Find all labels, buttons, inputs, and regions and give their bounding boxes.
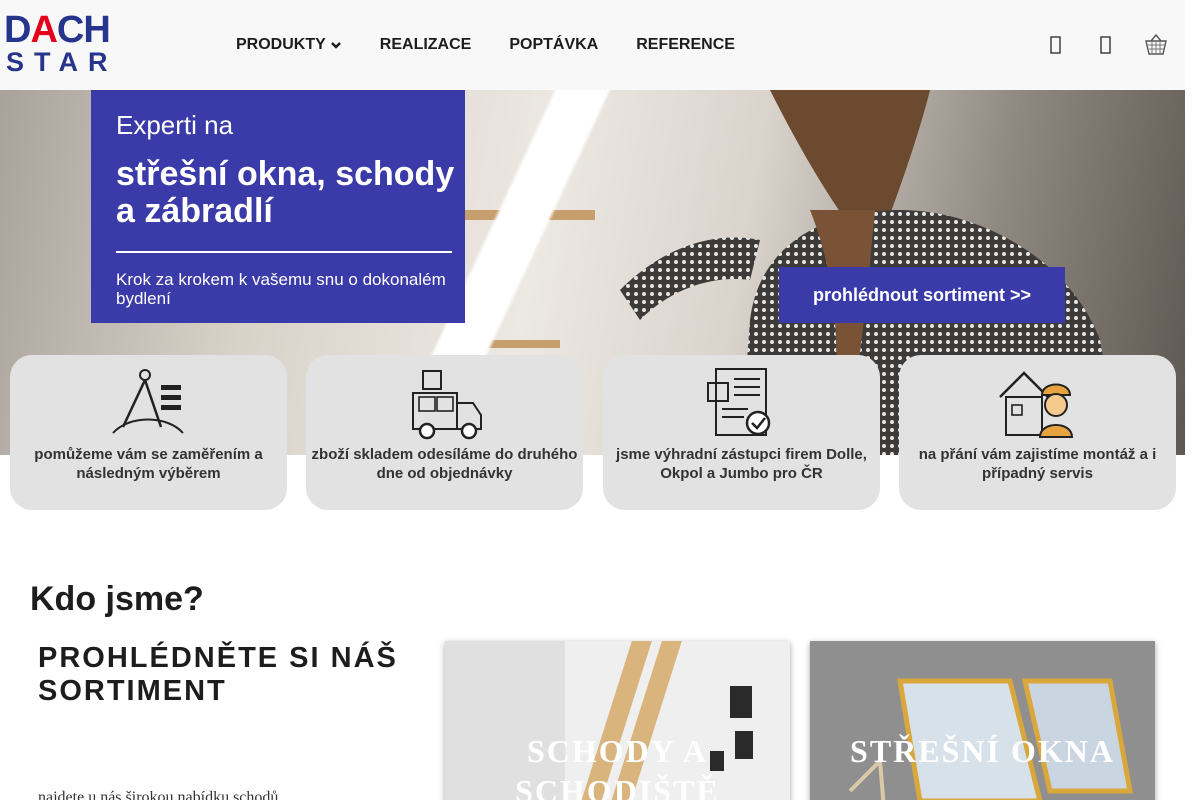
category-card-stairs[interactable]: SCHODY A SCHODIŠTĚ	[445, 641, 790, 800]
browse-sortiment-button[interactable]: prohlédnout sortiment >>	[779, 267, 1065, 323]
hero-intro: Experti na	[116, 110, 234, 140]
feature-text: na přání vám zajistíme montáž a i případ…	[918, 446, 1157, 482]
delivery-truck-icon	[411, 370, 482, 440]
site-header: DACH STAR PRODUKTY REALIZACE POPTÁVKA RE…	[0, 0, 1185, 90]
about-heading: Kdo jsme?	[30, 580, 204, 618]
category-label: SCHODY A SCHODIŠTĚ	[515, 733, 720, 800]
feature-card-distributor: jsme výhradní zástupci firem Dolle, Okpo…	[603, 355, 880, 510]
logo-letters-ch: CH	[56, 9, 111, 51]
category-label: STŘEŠNÍ OKNA	[850, 733, 1115, 769]
hero-headline: střešní okna, schody a zábradlí	[116, 155, 455, 230]
chevron-down-icon	[330, 42, 341, 49]
nav-item-poptavka[interactable]: POPTÁVKA	[509, 35, 598, 55]
worker-house-icon	[998, 371, 1073, 438]
main-nav: PRODUKTY REALIZACE POPTÁVKA REFERENCE	[236, 35, 773, 55]
user-icon[interactable]	[1094, 33, 1118, 57]
nav-label-realizace: REALIZACE	[379, 36, 472, 53]
nav-label-poptavka: POPTÁVKA	[509, 36, 599, 53]
nav-item-realizace[interactable]: REALIZACE	[380, 35, 472, 55]
nav-label-reference: REFERENCE	[636, 36, 735, 53]
hero-subline: Krok za krokem k vašemu snu o dokonalém …	[116, 270, 446, 308]
nav-label-produkty: PRODUKTY	[236, 36, 326, 53]
certified-document-icon	[706, 368, 770, 436]
feature-text: jsme výhradní zástupci firem Dolle, Okpo…	[616, 446, 867, 482]
search-icon[interactable]	[1044, 33, 1068, 57]
feature-text: zboží skladem odesíláme do druhého dne o…	[311, 446, 578, 482]
logo-letter-a: A	[30, 9, 57, 51]
feature-card-measurement: pomůžeme vám se zaměřením a následným vý…	[10, 355, 287, 510]
sortiment-heading: PROHLÉDNĚTE SI NÁŠ SORTIMENT	[38, 642, 398, 707]
sortiment-intro-text: najdete u nás širokou nabídku schodů	[38, 789, 279, 800]
category-card-roof-windows[interactable]: STŘEŠNÍ OKNA	[810, 641, 1155, 800]
dachstar-logo[interactable]: DACH STAR	[4, 11, 122, 77]
hero-divider	[116, 251, 452, 253]
logo-wordmark-top: DACH	[4, 11, 111, 49]
nav-item-reference[interactable]: REFERENCE	[636, 35, 735, 55]
logo-wordmark-bottom: STAR	[6, 47, 118, 77]
feature-card-installation: na přání vám zajistíme montáž a i případ…	[899, 355, 1176, 510]
hero-headline-box: Experti na střešní okna, schody a zábrad…	[91, 90, 465, 323]
basket-icon[interactable]	[1143, 33, 1169, 57]
logo-letter-d: D	[4, 9, 31, 51]
compass-ruler-icon	[111, 369, 184, 434]
nav-item-produkty[interactable]: PRODUKTY	[236, 35, 342, 55]
roof-window-photo	[810, 641, 1155, 800]
feature-text: pomůžeme vám se zaměřením a následným vý…	[34, 446, 263, 482]
feature-card-delivery: zboží skladem odesíláme do druhého dne o…	[306, 355, 583, 510]
